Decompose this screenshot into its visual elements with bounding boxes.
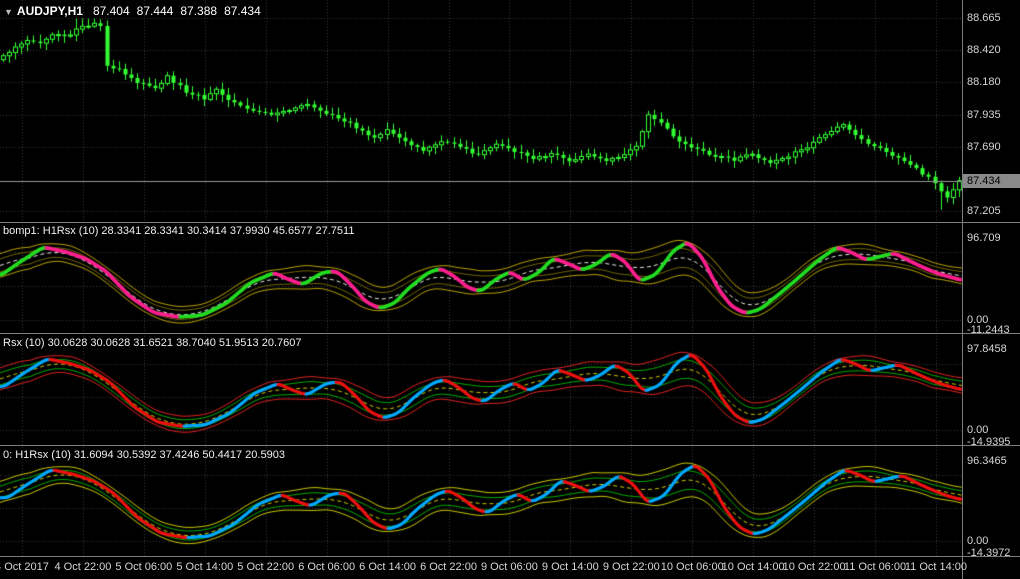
price-axis-label: 87.690 xyxy=(967,140,1001,153)
indicator-axis-zero-label: 0.00 xyxy=(967,535,989,548)
panel-separator[interactable] xyxy=(0,333,1020,334)
chart-header: ▼ AUDJPY,H1 87.404 87.444 87.388 87.434 xyxy=(4,4,268,18)
time-axis-label: 6 Oct 22:00 xyxy=(420,561,477,573)
panel-separator[interactable] xyxy=(0,222,1020,223)
time-axis-label: 4 Oct 22:00 xyxy=(54,561,112,573)
price-axis-label: 87.205 xyxy=(967,205,1001,217)
ohlc-high: 87.444 xyxy=(136,4,174,18)
chart-surface[interactable] xyxy=(0,0,1020,579)
price-axis-label: 88.420 xyxy=(967,44,1001,57)
time-axis-label: 9 Oct 22:00 xyxy=(602,561,660,573)
indicator-axis-max-label: 96.3465 xyxy=(967,455,1007,467)
time-axis-label: 9 Oct 06:00 xyxy=(481,561,538,573)
time-axis-label: 5 Oct 14:00 xyxy=(176,561,234,573)
price-axis-border xyxy=(962,0,963,579)
time-axis-label: 10 Oct 06:00 xyxy=(660,561,724,573)
time-axis-label: 6 Oct 06:00 xyxy=(298,561,356,573)
ohlc-open: 87.404 xyxy=(92,4,130,18)
price-axis-label: 87.935 xyxy=(967,108,1001,121)
time-axis-label: 10 Oct 22:00 xyxy=(782,561,846,573)
time-axis-label: 6 Oct 14:00 xyxy=(359,561,417,573)
time-axis-label: 5 Oct 22:00 xyxy=(237,561,295,573)
ohlc-close: 87.434 xyxy=(224,4,261,18)
price-axis-label: 88.665 xyxy=(967,12,1001,24)
symbol-marker-icon: ▼ xyxy=(4,7,13,17)
indicator-axis-min-label: -14.9395 xyxy=(967,436,1011,448)
indicator-axis-min-label: -14.3972 xyxy=(967,547,1011,559)
current-price-badge: 87.434 xyxy=(963,173,1020,188)
price-axis-label: 88.180 xyxy=(967,76,1001,89)
indicator-axis-min-label: -11.2443 xyxy=(967,324,1010,336)
time-axis-label: 5 Oct 06:00 xyxy=(115,561,173,573)
indicator-label-bomp1: bomp1: H1Rsx (10) 28.3341 28.3341 30.341… xyxy=(3,225,355,237)
panel-separator[interactable] xyxy=(0,445,1020,446)
indicator-axis-max-label: 97.8458 xyxy=(967,343,1007,355)
indicator-axis-max-label: 96.709 xyxy=(967,232,1001,244)
symbol-title: AUDJPY,H1 xyxy=(16,4,83,18)
time-axis-label: 9 Oct 14:00 xyxy=(541,561,599,573)
mt4-chart-window: ▼ AUDJPY,H1 87.404 87.444 87.388 87.434 bomp1… xyxy=(0,0,1020,579)
indicator-label-rsx: Rsx (10) 30.0628 30.0628 31.6521 38.7040… xyxy=(3,337,302,349)
time-axis-label: 11 Oct 06:00 xyxy=(843,561,907,573)
time-axis-label: 11 Oct 14:00 xyxy=(904,561,968,573)
panel-separator[interactable] xyxy=(0,556,1020,557)
ohlc-low: 87.388 xyxy=(180,4,218,18)
indicator-axis-zero-label: 0.00 xyxy=(967,423,989,436)
indicator-label-h1rsx: 0: H1Rsx (10) 31.6094 30.5392 37.4246 50… xyxy=(3,449,285,461)
time-axis-label: 10 Oct 14:00 xyxy=(721,561,785,573)
